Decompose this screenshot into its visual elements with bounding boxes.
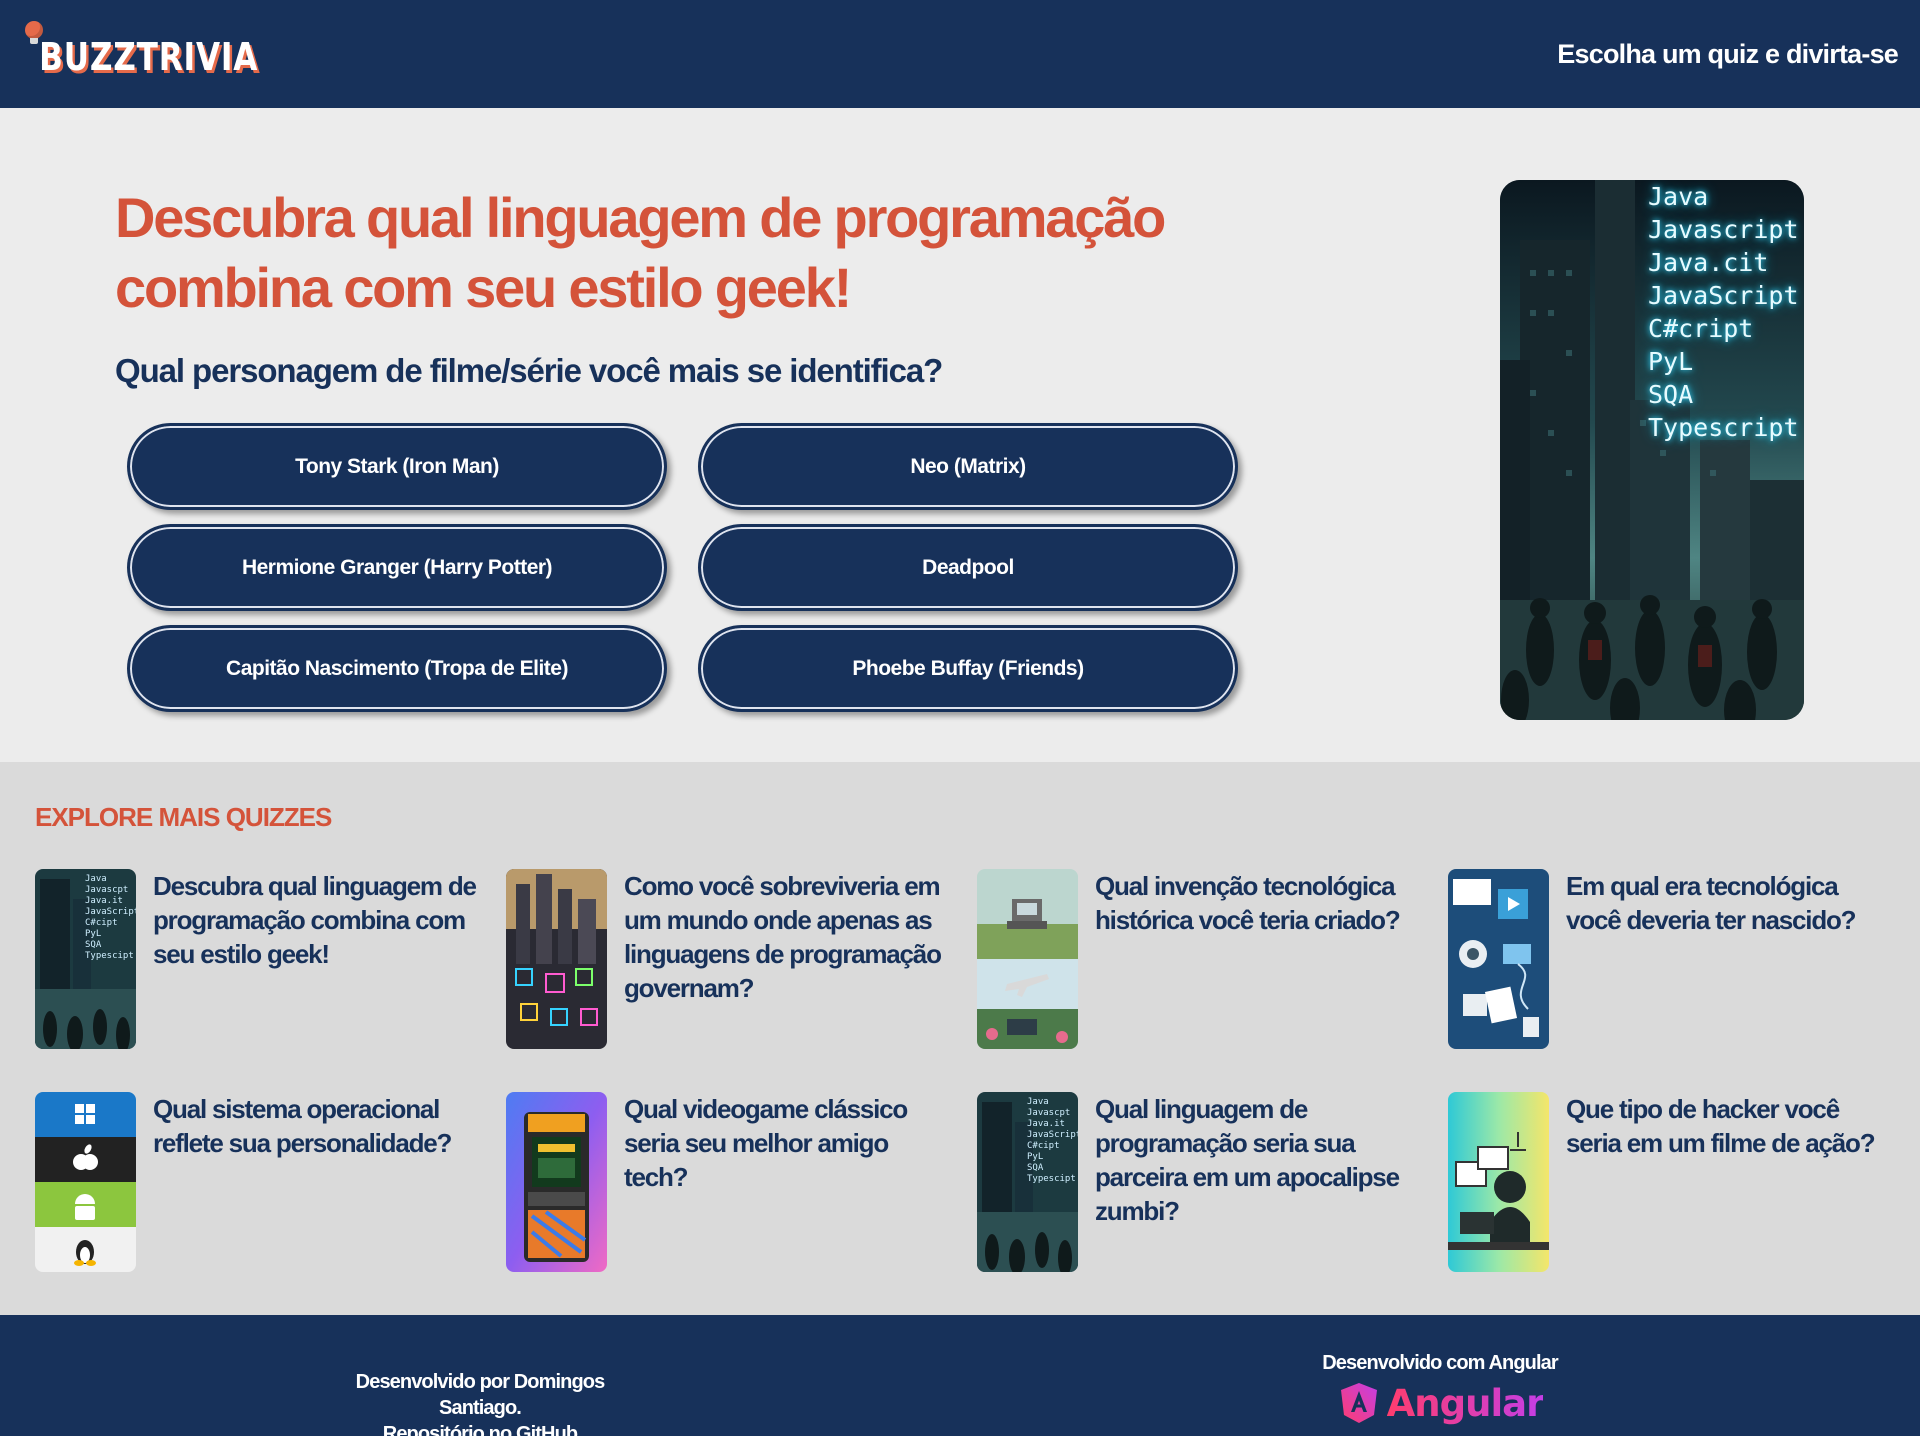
quiz-card-title: Em qual era tecnológica você deveria ter… bbox=[1566, 871, 1857, 935]
svg-text:Typescipt: Typescipt bbox=[1027, 1174, 1076, 1184]
quiz-card-title: Qual invenção tecnológica histórica você… bbox=[1095, 871, 1401, 935]
zombie-city-thumbnail: JavaJavascptJava.it JavaScriptC#ciptPyL … bbox=[35, 869, 136, 1049]
explore-section: EXPLORE MAIS QUIZZES Java Javascpt Java.it… bbox=[0, 762, 1920, 1315]
quiz-card[interactable]: Como você sobreviveria em um mundo onde … bbox=[506, 869, 977, 1049]
hacker-thumbnail bbox=[1448, 1092, 1549, 1272]
repo-line: Repositório no GitHub bbox=[330, 1421, 630, 1436]
arcade-thumbnail bbox=[506, 1092, 607, 1272]
angular-wordmark: Angular bbox=[1386, 1381, 1545, 1425]
quiz-card-title: Como você sobreviveria em um mundo onde … bbox=[624, 871, 942, 1003]
quiz-grid: Java Javascpt Java.it JavaScript C#cipt PyL … bbox=[35, 869, 1919, 1272]
svg-text:Java: Java bbox=[85, 874, 107, 884]
developer-credit: Desenvolvido por Domingos Santiago. bbox=[355, 1371, 606, 1419]
svg-text:PyL: PyL bbox=[85, 929, 101, 939]
repo-prefix: Repositório no bbox=[382, 1423, 516, 1436]
svg-text:SQA: SQA bbox=[85, 940, 102, 950]
quiz-thumbnail bbox=[35, 1092, 136, 1272]
quiz-card-title: Que tipo de hacker você seria em um film… bbox=[1566, 1094, 1876, 1158]
svg-text:Javascpt: Javascpt bbox=[85, 885, 128, 895]
code-line: Java bbox=[1648, 182, 1709, 211]
answer-option-tony-stark[interactable]: Tony Stark (Iron Man) bbox=[127, 423, 667, 510]
code-line: C#cript bbox=[1648, 314, 1754, 343]
quiz-question: Qual personagem de filme/série você mais… bbox=[115, 352, 943, 389]
code-overlay: Java Javascript Java.cit JavaScript C#cr… bbox=[1648, 180, 1799, 444]
code-line: PyL bbox=[1648, 347, 1694, 376]
quiz-card-title: Qual linguagem de programação seria sua … bbox=[1095, 1094, 1400, 1226]
quiz-card[interactable]: Em qual era tecnológica você deveria ter… bbox=[1448, 869, 1919, 1049]
svg-text:PyL: PyL bbox=[1027, 1152, 1043, 1162]
quiz-thumbnail bbox=[506, 869, 607, 1049]
header-tagline: Escolha um quiz e divirta-se bbox=[1557, 38, 1899, 69]
svg-text:Typescipt: Typescipt bbox=[85, 951, 134, 961]
svg-text:Javascpt: Javascpt bbox=[1027, 1108, 1070, 1118]
answer-options: Tony Stark (Iron Man) Neo (Matrix) Hermi… bbox=[127, 423, 1238, 712]
quiz-card-title: Descubra qual linguagem de programação c… bbox=[153, 871, 477, 969]
inventions-thumbnail bbox=[977, 869, 1078, 1049]
quiz-card[interactable]: Que tipo de hacker você seria em um film… bbox=[1448, 1092, 1919, 1272]
top-navbar: BUZZTRIVIA Escolha um quiz e divirta-se bbox=[0, 0, 1920, 108]
svg-text:SQA: SQA bbox=[1027, 1163, 1044, 1173]
answer-option-capitao-nascimento[interactable]: Capitão Nascimento (Tropa de Elite) bbox=[127, 625, 667, 712]
code-line: Typescript bbox=[1648, 413, 1799, 442]
quiz-thumbnail: Java Javascpt Java.it JavaScript C#cipt PyL … bbox=[35, 869, 136, 1049]
quiz-thumbnail bbox=[506, 1092, 607, 1272]
answer-option-neo[interactable]: Neo (Matrix) bbox=[698, 423, 1238, 510]
svg-text:Java.it: Java.it bbox=[85, 896, 123, 906]
quiz-card[interactable]: Qual videogame clássico seria seu melhor… bbox=[506, 1092, 977, 1272]
angular-logo[interactable]: Angular bbox=[1337, 1381, 1544, 1425]
quiz-thumbnail bbox=[977, 869, 1078, 1049]
svg-text:JavaScript: JavaScript bbox=[1027, 1130, 1078, 1140]
angular-icon bbox=[1340, 1383, 1377, 1423]
quiz-card[interactable]: Qual invenção tecnológica histórica você… bbox=[977, 869, 1448, 1049]
explore-heading: EXPLORE MAIS QUIZZES bbox=[35, 802, 332, 832]
svg-text:Java: Java bbox=[1027, 1097, 1049, 1107]
quiz-thumbnail bbox=[1448, 1092, 1549, 1272]
code-line: Java.cit bbox=[1648, 248, 1769, 277]
code-line: Javascript bbox=[1648, 215, 1799, 244]
code-line: SQA bbox=[1648, 380, 1694, 409]
buzztrivia-logo[interactable]: BUZZTRIVIA bbox=[25, 21, 309, 79]
quiz-hero: Descubra qual linguagem de programação c… bbox=[0, 108, 1920, 762]
zombie-city-thumbnail: JavaJavascptJava.it JavaScriptC#ciptPyL … bbox=[977, 1092, 1078, 1272]
built-with-label: Desenvolvido com Angular bbox=[1322, 1352, 1558, 1374]
footer: Desenvolvido por Domingos Santiago. Repo… bbox=[0, 1315, 1920, 1436]
os-logos-thumbnail bbox=[35, 1092, 136, 1272]
quiz-cover-image: Java Javascript Java.cit JavaScript C#cr… bbox=[1500, 180, 1804, 720]
svg-text:JavaScript: JavaScript bbox=[85, 907, 136, 917]
quiz-card-title: Qual sistema operacional reflete sua per… bbox=[153, 1094, 452, 1158]
code-city-thumbnail bbox=[506, 869, 607, 1049]
quiz-thumbnail bbox=[1448, 869, 1549, 1049]
quiz-card[interactable]: Qual sistema operacional reflete sua per… bbox=[35, 1092, 506, 1272]
footer-credits: Desenvolvido por Domingos Santiago. Repo… bbox=[330, 1369, 630, 1436]
quiz-card-title: Qual videogame clássico seria seu melhor… bbox=[624, 1094, 908, 1192]
quiz-thumbnail: Java Javascpt Java.it JavaScript C#cipt PyL … bbox=[977, 1092, 1078, 1272]
answer-option-deadpool[interactable]: Deadpool bbox=[698, 524, 1238, 611]
github-link[interactable]: GitHub bbox=[516, 1423, 578, 1436]
tech-era-thumbnail bbox=[1448, 869, 1549, 1049]
built-with: Desenvolvido com Angular Angular bbox=[1300, 1352, 1580, 1430]
quiz-card[interactable]: Java Javascpt Java.it JavaScript C#cipt PyL … bbox=[35, 869, 506, 1049]
svg-text:Java.it: Java.it bbox=[1027, 1119, 1065, 1129]
code-line: JavaScript bbox=[1648, 281, 1799, 310]
quiz-card[interactable]: Java Javascpt Java.it JavaScript C#cipt PyL … bbox=[977, 1092, 1448, 1272]
answer-option-phoebe[interactable]: Phoebe Buffay (Friends) bbox=[698, 625, 1238, 712]
svg-text:C#cipt: C#cipt bbox=[1027, 1141, 1060, 1151]
logo-text: BUZZTRIVIA bbox=[39, 35, 259, 79]
svg-text:C#cipt: C#cipt bbox=[85, 918, 118, 928]
answer-option-hermione[interactable]: Hermione Granger (Harry Potter) bbox=[127, 524, 667, 611]
quiz-title: Descubra qual linguagem de programação c… bbox=[115, 186, 1166, 319]
android-icon bbox=[75, 1194, 95, 1220]
